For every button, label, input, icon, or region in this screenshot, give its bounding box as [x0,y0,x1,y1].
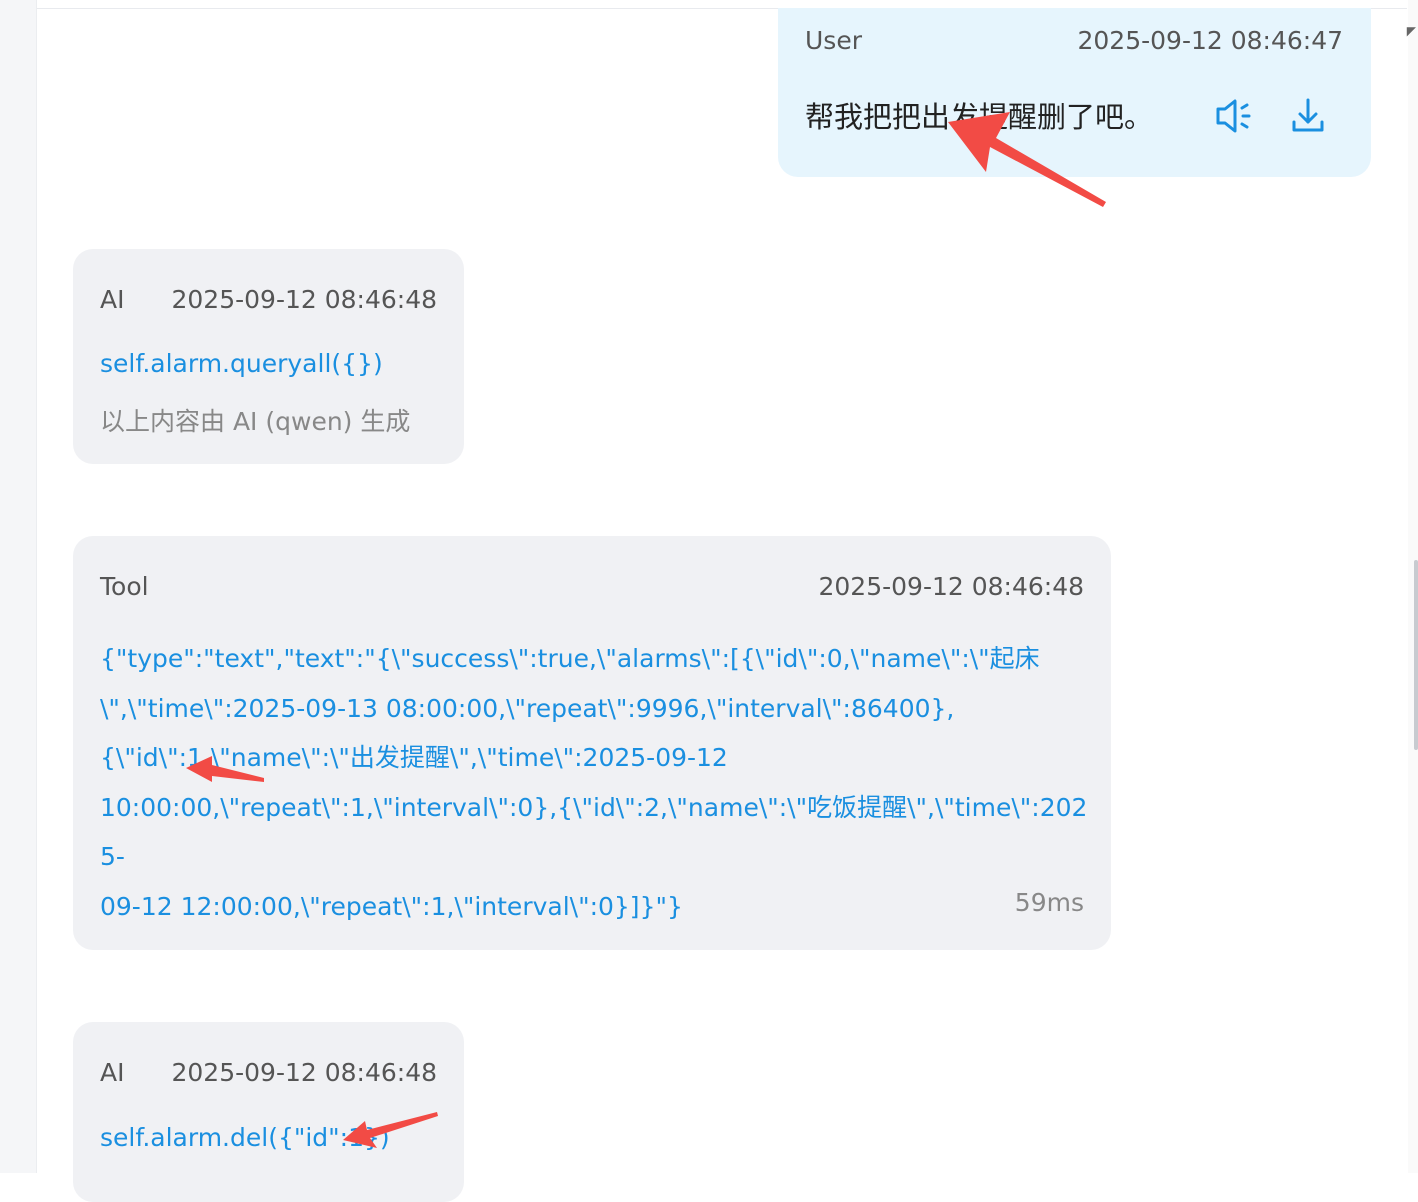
scrollbar-track[interactable] [1408,0,1418,1173]
ai-generated-note: 以上内容由 AI (qwen) 生成 [100,407,411,436]
message-time: 2025-09-12 08:46:48 [818,572,1084,601]
ai-message-bubble: AI 2025-09-12 08:46:48 self.alarm.del({"… [73,1022,464,1202]
speaker-icon[interactable] [1214,94,1258,138]
ai-tool-call: self.alarm.queryall({}) [100,349,383,378]
scrollbar-thumb[interactable] [1414,560,1418,750]
message-time: 2025-09-12 08:46:48 [171,285,437,314]
ai-message-bubble: AI 2025-09-12 08:46:48 self.alarm.querya… [73,249,464,464]
user-message-bubble: User 2025-09-12 08:46:47 帮我把把出发提醒删了吧。 [778,8,1371,177]
tool-duration: 59ms [1014,888,1084,917]
user-message-text: 帮我把把出发提醒删了吧。 [805,100,1154,134]
tool-result-line: 10:00:00,\"repeat\":1,\"interval\":0},{\… [100,792,1088,872]
left-rail [0,0,37,1173]
tool-result-line: \",\"time\":2025-09-13 08:00:00,\"repeat… [100,693,955,723]
message-role: User [805,26,862,55]
message-time: 2025-09-12 08:46:47 [1077,26,1343,55]
corner-handle-icon: ◤ [1406,24,1416,38]
message-time: 2025-09-12 08:46:48 [171,1058,437,1087]
tool-result-line: 09-12 12:00:00,\"repeat\":1,\"interval\"… [100,891,683,921]
tool-result-text: {"type":"text","text":"{\"success\":true… [100,634,1090,931]
download-icon[interactable] [1286,94,1330,138]
message-role: AI [100,1058,125,1087]
message-role: AI [100,285,125,314]
message-role: Tool [100,572,149,601]
tool-result-line: {"type":"text","text":"{\"success\":true… [100,644,1040,673]
tool-message-bubble: Tool 2025-09-12 08:46:48 {"type":"text",… [73,536,1111,950]
tool-result-line: {\"id\":1,\"name\":\"出发提醒\",\"time\":202… [100,743,728,772]
ai-tool-call: self.alarm.del({"id":1}) [100,1123,390,1152]
